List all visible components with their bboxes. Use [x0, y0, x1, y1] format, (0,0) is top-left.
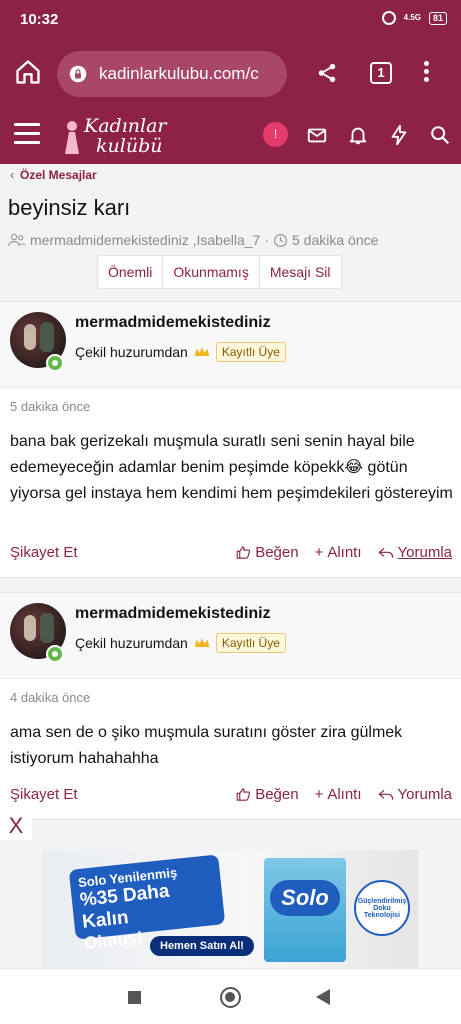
breadcrumb[interactable]: ‹ Özel Mesajlar	[10, 168, 97, 182]
recents-icon[interactable]	[128, 991, 141, 1004]
status-bar: 10:32 4.5G 81	[0, 0, 461, 42]
online-status-icon	[46, 354, 64, 372]
username[interactable]: mermadmidemekistediniz	[75, 314, 271, 332]
chevron-left-icon: ‹	[10, 168, 14, 182]
address-bar[interactable]: kadinlarkulubu.com/c	[57, 51, 287, 97]
message-author: mermadmidemekistediniz Çekil huzurumdan …	[0, 302, 461, 388]
quote-button[interactable]: + Alıntı	[315, 544, 362, 561]
home-nav-icon[interactable]	[220, 987, 241, 1008]
site-header: Kadınlar kulübü !	[0, 106, 461, 164]
crown-icon	[194, 347, 210, 356]
crown-icon	[194, 638, 210, 647]
logo-figure-icon	[65, 121, 79, 154]
plus-icon: +	[314, 786, 324, 803]
unread-button[interactable]: Okunmamış	[163, 256, 260, 288]
like-button[interactable]: Beğen	[236, 786, 299, 803]
url-text: kadinlarkulubu.com/c	[99, 64, 259, 83]
network-indicator: 4.5G	[403, 13, 421, 22]
status-time: 10:32	[20, 11, 59, 28]
status-icons: 4.5G 81	[381, 11, 447, 25]
share-icon[interactable]	[316, 62, 338, 84]
conversation-time: 5 dakika önce	[292, 232, 379, 248]
message-time: 4 dakika önce	[10, 690, 91, 705]
browser-menu-icon[interactable]	[424, 61, 430, 85]
message-card: mermadmidemekistediniz Çekil huzurumdan …	[0, 592, 461, 820]
tab-switcher-button[interactable]: 1	[370, 62, 392, 84]
user-title: Çekil huzurumdan Kayıtlı Üye	[75, 342, 286, 362]
thumbs-up-icon	[236, 788, 251, 801]
hamburger-menu-icon[interactable]	[14, 123, 40, 145]
alarm-icon	[381, 11, 396, 25]
ad-cta-button[interactable]: Hemen Satın Al!	[150, 936, 254, 956]
online-status-icon	[46, 645, 64, 663]
message-text: bana bak gerizekalı muşmula suratlı seni…	[10, 433, 453, 502]
username[interactable]: mermadmidemekistediniz	[75, 605, 271, 623]
report-button[interactable]: Şikayet Et	[10, 786, 78, 803]
battery-icon: 81	[428, 11, 447, 25]
notification-badge[interactable]: !	[263, 122, 288, 147]
rank-badge: Kayıtlı Üye	[215, 633, 286, 653]
quote-button[interactable]: + Alıntı	[315, 786, 362, 803]
message-text: ama sen de o şiko muşmula suratını göste…	[10, 724, 403, 767]
lock-icon[interactable]	[69, 65, 87, 83]
reply-icon	[377, 547, 393, 558]
reply-button[interactable]: Yorumla	[377, 786, 452, 803]
site-logo[interactable]: Kadınlar kulübü	[60, 112, 180, 160]
bell-icon[interactable]	[347, 124, 369, 146]
message-author: mermadmidemekistediniz Çekil huzurumdan …	[0, 593, 461, 679]
user-title: Çekil huzurumdan Kayıtlı Üye	[75, 633, 286, 653]
message-card: mermadmidemekistediniz Çekil huzurumdan …	[0, 301, 461, 578]
important-button[interactable]: Önemli	[98, 256, 164, 288]
participants[interactable]: mermadmidemekistediniz ,Isabella_7	[30, 232, 260, 248]
ad-close-button[interactable]: X	[0, 812, 32, 840]
browser-toolbar: kadinlarkulubu.com/c 1	[0, 42, 461, 106]
users-icon	[8, 233, 26, 247]
home-icon[interactable]	[14, 58, 42, 86]
breadcrumb-label: Özel Mesajlar	[20, 168, 97, 182]
ad-banner[interactable]: Solo Yenilenmiş %35 Daha Kalın Olmuş! He…	[42, 850, 418, 968]
ad-brand-logo: Solo	[270, 880, 340, 916]
reply-button[interactable]: Yorumla	[377, 544, 452, 561]
page-title: beyinsiz karı	[8, 195, 131, 220]
message-time: 5 dakika önce	[10, 399, 91, 414]
conversation-meta: mermadmidemekistediniz ,Isabella_7 · 5 d…	[8, 232, 378, 248]
mail-icon[interactable]	[306, 124, 328, 146]
plus-icon: +	[314, 544, 324, 561]
search-icon[interactable]	[429, 124, 451, 146]
report-button[interactable]: Şikayet Et	[10, 544, 78, 561]
bolt-icon[interactable]	[388, 124, 410, 146]
back-icon[interactable]	[316, 989, 330, 1005]
meta-separator: ·	[264, 232, 269, 248]
clock-icon	[273, 233, 288, 247]
thumbs-up-icon	[236, 546, 251, 559]
system-nav-bar	[0, 968, 461, 1024]
ad-headline: Solo Yenilenmiş %35 Daha Kalın Olmuş!	[68, 854, 226, 953]
logo-text: Kadınlar kulübü	[84, 115, 167, 157]
like-button[interactable]: Beğen	[236, 544, 299, 561]
delete-message-button[interactable]: Mesajı Sil	[260, 256, 341, 288]
reply-icon	[377, 789, 393, 800]
rank-badge: Kayıtlı Üye	[215, 342, 286, 362]
conversation-actions: Önemli Okunmamış Mesajı Sil	[97, 255, 342, 289]
ad-seal: Güçlendirilmiş Doku Teknolojisi	[354, 880, 410, 936]
